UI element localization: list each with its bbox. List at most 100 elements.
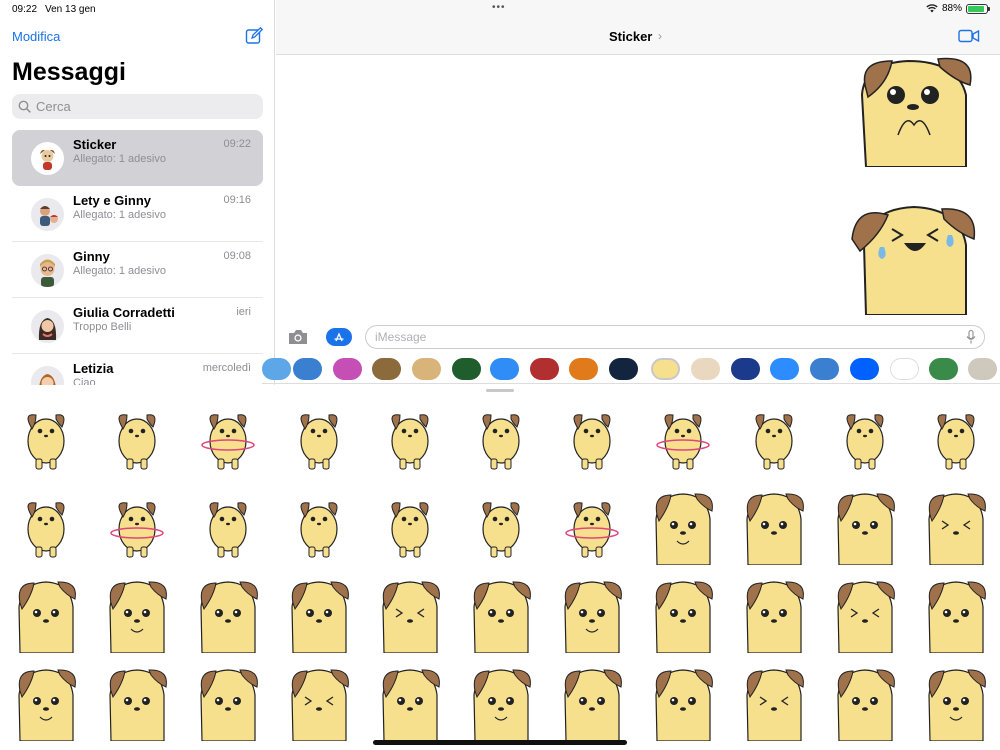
conversation-item-ginny[interactable]: Ginny 09:08 Allegato: 1 adesivo: [12, 242, 263, 298]
sticker-item[interactable]: [372, 573, 448, 653]
sticker-item[interactable]: [8, 573, 84, 653]
avatar: [31, 366, 64, 385]
sticker-item[interactable]: [190, 397, 266, 477]
sticker-item[interactable]: [463, 661, 539, 741]
battery-icon: [966, 3, 990, 14]
sticker-item[interactable]: [281, 573, 357, 653]
conversation-preview: Allegato: 1 adesivo: [73, 265, 166, 277]
conversation-preview: Troppo Belli: [73, 321, 132, 333]
sticker-item[interactable]: [190, 573, 266, 653]
sticker-app-icon[interactable]: [333, 358, 362, 380]
sticker-app-icon[interactable]: [530, 358, 559, 380]
sticker-item[interactable]: [736, 573, 812, 653]
sticker-app-icon[interactable]: [452, 358, 481, 380]
sticker-item[interactable]: [99, 485, 175, 565]
pinterest-app-icon[interactable]: [890, 358, 919, 380]
avatar: [31, 142, 64, 175]
sticker-item[interactable]: [463, 573, 539, 653]
sticker-app-icon[interactable]: [968, 358, 997, 380]
video-camera-icon[interactable]: [958, 29, 980, 43]
chat-title[interactable]: Sticker: [609, 29, 652, 44]
sticker-item[interactable]: [190, 661, 266, 741]
sticker-item[interactable]: [736, 485, 812, 565]
edit-button[interactable]: Modifica: [12, 29, 60, 44]
conversation-item-sticker[interactable]: Sticker 09:22 Allegato: 1 adesivo: [12, 130, 263, 186]
sticker-message-laughing-dog[interactable]: [848, 195, 988, 315]
sticker-item[interactable]: [645, 485, 721, 565]
sticker-app-icon[interactable]: [569, 358, 598, 380]
conversation-name: Sticker: [73, 137, 117, 152]
sticker-app-icon[interactable]: [609, 358, 638, 380]
sticker-item[interactable]: [463, 485, 539, 565]
sticker-item[interactable]: [372, 661, 448, 741]
sticker-item[interactable]: [281, 397, 357, 477]
sticker-item[interactable]: [8, 661, 84, 741]
camera-icon[interactable]: [287, 328, 309, 346]
sticker-item[interactable]: [918, 397, 994, 477]
sticker-item[interactable]: [99, 661, 175, 741]
wifi-icon: [926, 4, 938, 13]
multitasking-dots-icon[interactable]: •••: [492, 2, 506, 13]
sticker-item[interactable]: [463, 397, 539, 477]
sticker-item[interactable]: [827, 485, 903, 565]
sticker-message-worried-dog[interactable]: [848, 55, 988, 167]
sticker-app-icon[interactable]: [293, 358, 322, 380]
app-store-icon[interactable]: [326, 328, 352, 346]
sticker-item[interactable]: [645, 661, 721, 741]
app-store-icon[interactable]: [490, 358, 519, 380]
battery-percent: 88%: [941, 3, 962, 14]
sticker-item[interactable]: [827, 573, 903, 653]
sticker-item[interactable]: [8, 485, 84, 565]
sticker-item[interactable]: [918, 661, 994, 741]
sticker-item[interactable]: [554, 397, 630, 477]
conversation-name: Lety e Ginny: [73, 193, 152, 208]
chevron-right-icon[interactable]: ›: [658, 29, 662, 43]
dropbox-app-icon[interactable]: [850, 358, 879, 380]
status-date: Ven 13 gen: [45, 4, 96, 15]
sticker-item[interactable]: [8, 397, 84, 477]
sticker-item[interactable]: [281, 485, 357, 565]
conversation-item-letizia[interactable]: Letizia mercoledì Ciao: [12, 354, 263, 385]
sticker-app-icon[interactable]: [810, 358, 839, 380]
sticker-item[interactable]: [372, 397, 448, 477]
sticker-item[interactable]: [827, 397, 903, 477]
search-input[interactable]: [36, 99, 256, 114]
sticker-app-icon-selected[interactable]: [651, 358, 680, 380]
home-indicator[interactable]: [373, 740, 627, 745]
drawer-grabber[interactable]: [486, 389, 514, 392]
sticker-item[interactable]: [645, 573, 721, 653]
microphone-icon[interactable]: [966, 330, 976, 344]
zoom-app-icon[interactable]: [770, 358, 799, 380]
sticker-item[interactable]: [99, 397, 175, 477]
conversation-sidebar: Modifica Messaggi Sticker 09:22 Allegato…: [0, 0, 275, 385]
sticker-app-icon[interactable]: [262, 358, 291, 380]
conversation-preview: Ciao: [73, 377, 96, 385]
status-bar: 09:22 Ven 13 gen ••• 88%: [0, 0, 1000, 18]
sticker-item[interactable]: [736, 661, 812, 741]
sticker-item[interactable]: [281, 661, 357, 741]
compose-icon[interactable]: [245, 27, 263, 45]
conversation-name: Letizia: [73, 361, 114, 376]
sticker-item[interactable]: [918, 573, 994, 653]
sticker-item[interactable]: [645, 397, 721, 477]
sticker-item[interactable]: [918, 485, 994, 565]
sticker-item[interactable]: [554, 485, 630, 565]
sticker-item[interactable]: [827, 661, 903, 741]
imessage-app-drawer: [262, 354, 1000, 384]
conversation-item-giulia-corradetti[interactable]: Giulia Corradetti ieri Troppo Belli: [12, 298, 263, 354]
sticker-item[interactable]: [190, 485, 266, 565]
sticker-app-icon[interactable]: [372, 358, 401, 380]
sticker-app-icon[interactable]: [412, 358, 441, 380]
imessage-input[interactable]: [365, 325, 985, 349]
sticker-item[interactable]: [554, 573, 630, 653]
sticker-item[interactable]: [372, 485, 448, 565]
sticker-app-icon[interactable]: [731, 358, 760, 380]
conversation-name: Giulia Corradetti: [73, 305, 175, 320]
sticker-app-icon[interactable]: [691, 358, 720, 380]
sticker-app-icon[interactable]: [929, 358, 958, 380]
sticker-item[interactable]: [99, 573, 175, 653]
sticker-item[interactable]: [736, 397, 812, 477]
sticker-item[interactable]: [554, 661, 630, 741]
conversation-item-lety-e-ginny[interactable]: Lety e Ginny 09:16 Allegato: 1 adesivo: [12, 186, 263, 242]
search-box[interactable]: [12, 94, 263, 119]
